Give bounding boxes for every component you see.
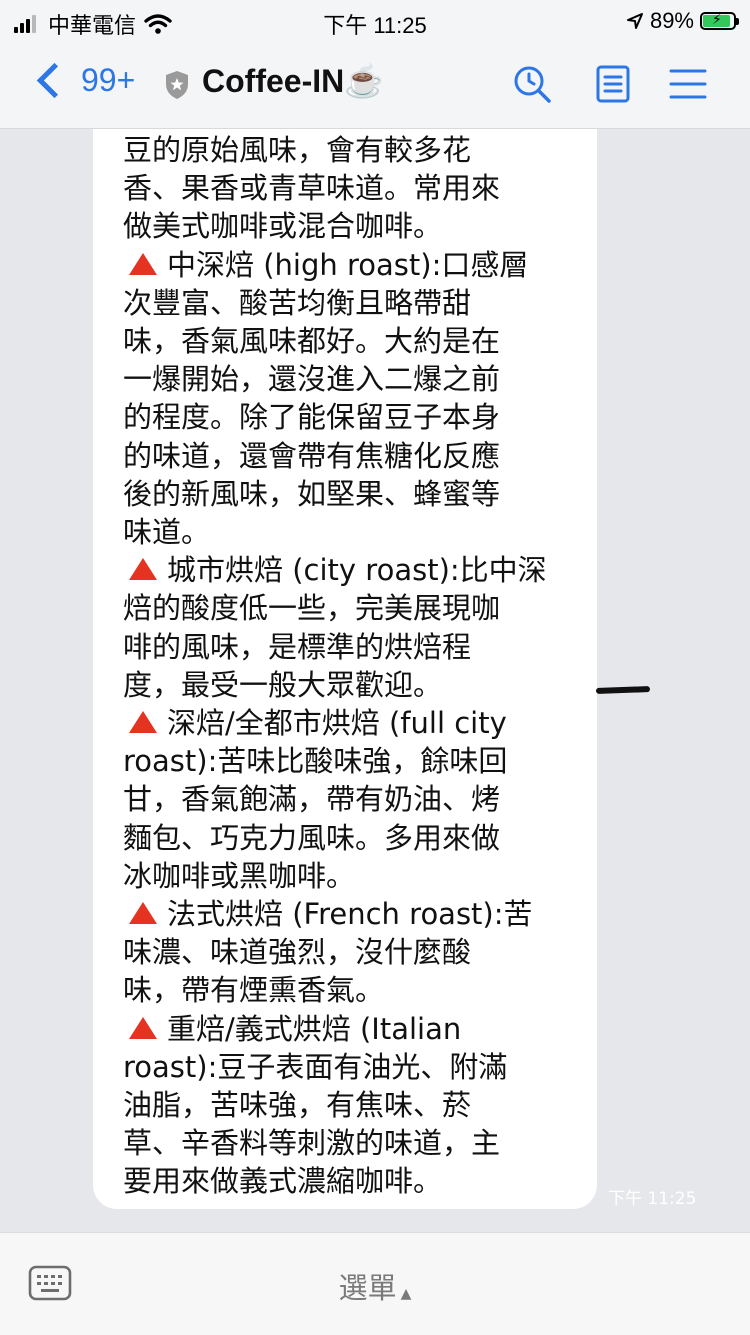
message-line-text: roast):豆子表面有油光、附滿 bbox=[123, 1049, 508, 1084]
message-line-text: 味，帶有煙熏香氣。 bbox=[123, 973, 385, 1008]
shield-badge-icon bbox=[166, 71, 188, 99]
message-line: 後的新風味，如堅果、蜂蜜等 bbox=[123, 475, 573, 513]
chevron-left-icon bbox=[36, 62, 73, 99]
message-line-text: 豆的原始風味，會有較多花 bbox=[123, 133, 472, 167]
notes-icon[interactable] bbox=[594, 64, 634, 104]
message-line-text: 麵包、巧克力風味。多用來做 bbox=[123, 820, 501, 855]
message-line-text: 做美式咖啡或混合咖啡。 bbox=[123, 209, 443, 244]
message-line: 度，最受一般大眾歡迎。 bbox=[123, 666, 573, 704]
unread-count: 99+ bbox=[81, 62, 136, 98]
charging-bolt-icon: ⚡ bbox=[712, 11, 722, 27]
battery-icon: ⚡ bbox=[700, 11, 739, 30]
message-line: 的味道，還會帶有焦糖化反應 bbox=[123, 437, 573, 475]
message-line: 麵包、巧克力風味。多用來做 bbox=[123, 819, 573, 857]
message-line-text: 甘，香氣飽滿，帶有奶油、烤 bbox=[123, 782, 501, 817]
message-line: 味道。 bbox=[123, 513, 573, 551]
red-triangle-icon bbox=[129, 711, 157, 734]
message-line: 啡的風味，是標準的烘焙程 bbox=[123, 628, 573, 666]
message-line-text: 城市烘焙 (city roast):比中深 bbox=[167, 553, 547, 588]
message-line: 重焙/義式烘焙 (Italian bbox=[123, 1010, 573, 1048]
message-line: 的程度。除了能保留豆子本身 bbox=[123, 398, 573, 436]
message-line-text: 要用來做義式濃縮咖啡。 bbox=[123, 1164, 443, 1199]
menu-label: 選單 bbox=[338, 1271, 397, 1305]
bottom-bar: 選單 ▲ bbox=[0, 1232, 750, 1335]
message-line-text: 次豐富、酸苦均衡且略帶甜 bbox=[123, 285, 472, 320]
message-line: 豆的原始風味，會有較多花 bbox=[123, 131, 573, 169]
message-line-text: 中深焙 (high roast):口感層 bbox=[167, 247, 529, 282]
message-line: 做美式咖啡或混合咖啡。 bbox=[123, 207, 573, 245]
message-line: 城市烘焙 (city roast):比中深 bbox=[123, 551, 573, 589]
back-button[interactable]: 99+ bbox=[36, 62, 135, 99]
message-text: 豆的原始風味，會有較多花 香、果香或青草味道。常用來 做美式咖啡或混合咖啡。 中深焙 … bbox=[123, 131, 573, 1201]
message-line-text: 香、果香或青草味道。常用來 bbox=[123, 171, 501, 206]
red-triangle-icon bbox=[129, 1016, 157, 1039]
message-line: 甘，香氣飽滿，帶有奶油、烤 bbox=[123, 780, 573, 818]
message-line-text: 味道。 bbox=[123, 515, 211, 550]
search-icon[interactable] bbox=[512, 64, 552, 104]
stray-mark bbox=[595, 686, 651, 694]
message-timestamp: 下午 11:25 bbox=[608, 1189, 697, 1209]
message-line-text: 重焙/義式烘焙 (Italian bbox=[167, 1011, 462, 1046]
chat-header: 99+ Coffee-IN☕ bbox=[0, 42, 750, 129]
location-arrow-icon bbox=[626, 13, 643, 29]
message-line-text: 一爆開始，還沒進入二爆之前 bbox=[123, 362, 501, 397]
battery-percent: 89% bbox=[649, 8, 694, 33]
message-line-text: 度，最受一般大眾歡迎。 bbox=[123, 667, 443, 702]
message-line-text: 冰咖啡或黑咖啡。 bbox=[123, 858, 356, 893]
message-line: 油脂，苦味強，有焦味、菸 bbox=[123, 1086, 573, 1124]
red-triangle-icon bbox=[129, 252, 157, 275]
message-line: 焙的酸度低一些，完美展現咖 bbox=[123, 589, 573, 627]
status-right: 89% ⚡ bbox=[626, 8, 739, 34]
message-line-text: 油脂，苦味強，有焦味、菸 bbox=[123, 1088, 472, 1123]
message-line: 次豐富、酸苦均衡且略帶甜 bbox=[123, 284, 573, 322]
caret-up-icon: ▲ bbox=[400, 1286, 412, 1302]
red-triangle-icon bbox=[129, 558, 157, 581]
menu-button[interactable]: 選單 ▲ bbox=[0, 1265, 750, 1307]
chat-title: Coffee-IN☕ bbox=[202, 63, 385, 99]
status-bar: 中華電信 下午 11:25 89% ⚡ bbox=[0, 0, 750, 42]
red-triangle-icon bbox=[129, 902, 157, 925]
message-line-text: 草、辛香料等刺激的味道，主 bbox=[123, 1126, 501, 1161]
message-line: 味，香氣風味都好。大約是在 bbox=[123, 322, 573, 360]
message-line-text: 深焙/全都市烘焙 (full city bbox=[167, 706, 507, 741]
message-line-text: 味濃、味道強烈，沒什麼酸 bbox=[123, 935, 472, 970]
message-line: 冰咖啡或黑咖啡。 bbox=[123, 857, 573, 895]
message-line-text: 焙的酸度低一些，完美展現咖 bbox=[123, 591, 501, 626]
message-line: 味濃、味道強烈，沒什麼酸 bbox=[123, 933, 573, 971]
message-line: roast):苦味比酸味強，餘味回 bbox=[123, 742, 573, 780]
message-bubble[interactable]: 豆的原始風味，會有較多花 香、果香或青草味道。常用來 做美式咖啡或混合咖啡。 中深焙 … bbox=[93, 129, 597, 1209]
message-line-text: 法式烘焙 (French roast):苦 bbox=[167, 897, 533, 932]
message-line-text: 味，香氣風味都好。大約是在 bbox=[123, 324, 501, 359]
message-line: 香、果香或青草味道。常用來 bbox=[123, 169, 573, 207]
message-line: 要用來做義式濃縮咖啡。 bbox=[123, 1162, 573, 1200]
message-line-text: roast):苦味比酸味強，餘味回 bbox=[123, 744, 508, 779]
message-line-text: 的味道，還會帶有焦糖化反應 bbox=[123, 438, 501, 473]
message-line: roast):豆子表面有油光、附滿 bbox=[123, 1048, 573, 1086]
message-line: 味，帶有煙熏香氣。 bbox=[123, 971, 573, 1009]
message-line-text: 啡的風味，是標準的烘焙程 bbox=[123, 629, 472, 664]
menu-icon[interactable] bbox=[668, 64, 708, 104]
message-line: 法式烘焙 (French roast):苦 bbox=[123, 895, 573, 933]
message-line: 一爆開始，還沒進入二爆之前 bbox=[123, 360, 573, 398]
message-line: 中深焙 (high roast):口感層 bbox=[123, 246, 573, 284]
message-line-text: 的程度。除了能保留豆子本身 bbox=[123, 400, 501, 435]
message-line-text: 後的新風味，如堅果、蜂蜜等 bbox=[123, 476, 501, 511]
message-line: 草、辛香料等刺激的味道，主 bbox=[123, 1124, 573, 1162]
message-line: 深焙/全都市烘焙 (full city bbox=[123, 704, 573, 742]
chat-area[interactable]: 豆的原始風味，會有較多花 香、果香或青草味道。常用來 做美式咖啡或混合咖啡。 中深焙 … bbox=[0, 129, 750, 1231]
